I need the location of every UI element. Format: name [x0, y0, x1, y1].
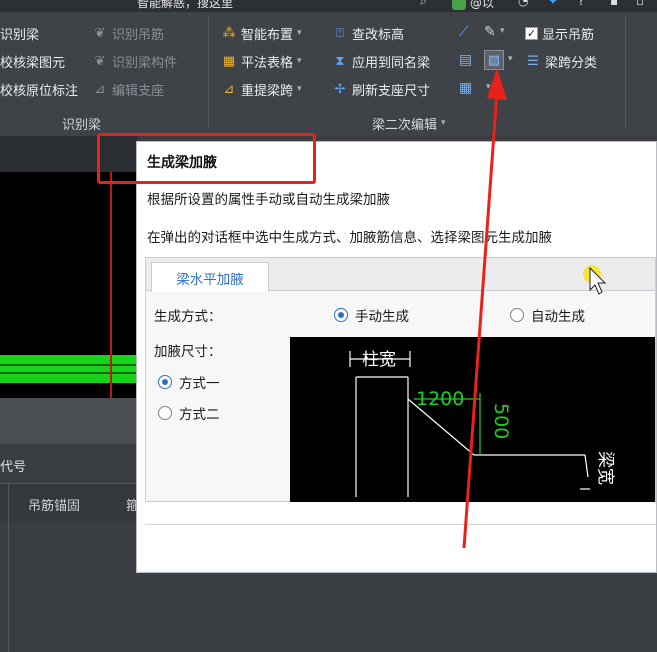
identify-beam-button[interactable]: 识别梁 — [0, 22, 39, 44]
beam-element[interactable] — [0, 355, 137, 383]
diagram-haunch-height: 500 — [490, 403, 512, 439]
search-hint[interactable]: 智能解惑，搜这里 — [137, 0, 233, 11]
checkbox-checked-icon[interactable]: ✓ — [525, 26, 538, 40]
chevron-down-icon[interactable]: ▾ — [297, 28, 302, 38]
refresh-icon: ✢ — [334, 81, 346, 97]
properties-section: 代号 — [0, 444, 137, 484]
diagram-haunch-length: 1200 — [416, 388, 464, 410]
refresh-support-size-button[interactable]: ✢ 刷新支座尺寸 — [332, 78, 430, 100]
check-inplace-annotation-button[interactable]: 校核原位标注 — [0, 78, 78, 100]
tab-strip: 梁水平加腋 — [146, 258, 655, 292]
span-icon: ⊿ — [223, 81, 235, 97]
ribbon-separator — [625, 16, 626, 128]
member-icon: ❦ — [94, 53, 106, 69]
tooltip-preview-panel: 梁水平加腋 生成方式： 手动生成 自动生成 加腋尺寸： 方式一 方式二 柱宽 1… — [145, 257, 656, 502]
radio-selected-icon — [158, 375, 172, 389]
haunch-diagram: 柱宽 1200 500 梁宽 — [290, 337, 655, 502]
column-header-hanger-anchor[interactable]: 吊筋锚固 — [28, 495, 80, 514]
mode-auto-radio: 自动生成 — [510, 305, 585, 325]
chevron-down-icon[interactable]: ▾ — [441, 118, 446, 128]
chevron-down-icon[interactable]: ▾ — [297, 84, 302, 94]
tooltip-divider — [145, 524, 656, 525]
re-extract-span-button[interactable]: ⊿ 重提梁跨 ▾ — [221, 78, 302, 100]
annotation-highlight-box — [97, 133, 316, 184]
help-icon[interactable]: ? — [578, 0, 584, 8]
ribbon-separator — [208, 16, 209, 128]
support-icon: ⊿ — [94, 81, 106, 97]
radio-selected-icon — [334, 308, 348, 322]
generate-haunch-icon[interactable]: ▨ — [484, 50, 504, 70]
edit-support-button[interactable]: ⊿ 编辑支座 — [92, 78, 164, 100]
apply-same-beam-button[interactable]: ⧗ 应用到同名梁 — [332, 50, 430, 72]
span-classify-icon: ☰ — [527, 53, 539, 69]
check-beam-element-button[interactable]: 校核梁图元 — [0, 50, 65, 72]
grid-tool-icon[interactable]: ▤ — [459, 52, 472, 68]
restore-icon[interactable]: ▫ — [636, 0, 644, 8]
chevron-down-icon[interactable]: ▾ — [500, 26, 505, 36]
drawing-canvas[interactable] — [0, 172, 137, 398]
matrix-tool-icon[interactable]: ▦ — [459, 80, 472, 96]
search-icon[interactable]: ⌕ — [420, 0, 427, 9]
chevron-down-icon[interactable]: ▾ — [486, 82, 491, 92]
canvas-scrollbar-area — [0, 398, 137, 444]
group-label-identify: 识别梁 — [62, 118, 102, 133]
option1-radio: 方式一 — [158, 372, 220, 392]
hanger-icon: ❦ — [94, 25, 106, 41]
smart-layout-icon: ⁂ — [222, 25, 236, 41]
cursor-highlight — [583, 265, 601, 283]
properties-table-body — [0, 522, 137, 652]
section-title: 代号 — [0, 460, 27, 475]
flat-table-button[interactable]: ▦ 平法表格 ▾ — [221, 50, 302, 72]
haunch-diagram-drawing: 柱宽 1200 500 梁宽 — [349, 350, 615, 497]
apply-icon: ⧗ — [335, 53, 345, 69]
mode-label: 生成方式： — [154, 309, 222, 325]
check-elevation-button[interactable]: ⍐ 查改标高 — [332, 22, 404, 44]
mode-manual-radio: 手动生成 — [334, 305, 409, 325]
chevron-down-icon[interactable]: ▾ — [297, 56, 302, 66]
beam-edit-group-label[interactable]: 梁二次编辑 ▾ — [372, 112, 446, 134]
tooltip-description-2: 在弹出的对话框中选中生成方式、加腋筋信息、选择梁图元生成加腋 — [147, 230, 552, 246]
identify-hanger-button[interactable]: ❦ 识别吊筋 — [92, 22, 164, 44]
tab-beam-horizontal-haunch: 梁水平加腋 — [151, 262, 269, 292]
message-icon[interactable]: ◔ — [518, 0, 528, 8]
chevron-down-icon[interactable]: ▾ — [508, 54, 513, 64]
table-icon: ▦ — [222, 53, 236, 69]
beam-tool-icon[interactable]: ⟋ — [459, 24, 469, 40]
identify-beam-member-button[interactable]: ❦ 识别梁构件 — [92, 50, 177, 72]
settings-icon[interactable]: ✦ — [548, 0, 558, 8]
pick-tool-icon[interactable]: ✎ — [484, 24, 496, 40]
option2-radio: 方式二 — [158, 403, 220, 423]
size-label: 加腋尺寸： — [154, 344, 222, 360]
app-logo-icon — [452, 0, 466, 10]
radio-unselected-icon — [510, 308, 524, 322]
minimize-icon[interactable]: ▪ — [610, 0, 618, 8]
smart-layout-button[interactable]: ⁂ 智能布置 ▾ — [221, 22, 302, 44]
properties-column-header: 吊筋锚固 箍 — [0, 484, 139, 522]
span-classify-button[interactable]: ☰ 梁跨分类 — [525, 50, 597, 72]
title-bar: 智能解惑，搜这里 ⌕ @以 ◔ ✦ ? ▪ ▫ — [0, 0, 657, 12]
show-hanger-checkbox[interactable]: ✓ 显示吊筋 — [525, 22, 594, 44]
selected-axis-line — [110, 172, 112, 398]
tooltip-description-1: 根据所设置的属性手动或自动生成梁加腋 — [147, 192, 390, 208]
diagram-column-width-label: 柱宽 — [362, 350, 396, 370]
ribbon: 识别梁 校核梁图元 校核原位标注 ❦ 识别吊筋 ❦ 识别梁构件 ⊿ 编辑支座 识… — [0, 12, 657, 136]
user-name[interactable]: @以 — [470, 0, 494, 11]
diagram-beam-width-label: 梁宽 — [595, 451, 615, 485]
tooltip-generate-haunch: 生成梁加腋 根据所设置的属性手动或自动生成梁加腋 在弹出的对话框中选中生成方式、… — [136, 141, 657, 573]
radio-unselected-icon — [158, 406, 172, 420]
elevation-icon: ⍐ — [336, 25, 344, 41]
